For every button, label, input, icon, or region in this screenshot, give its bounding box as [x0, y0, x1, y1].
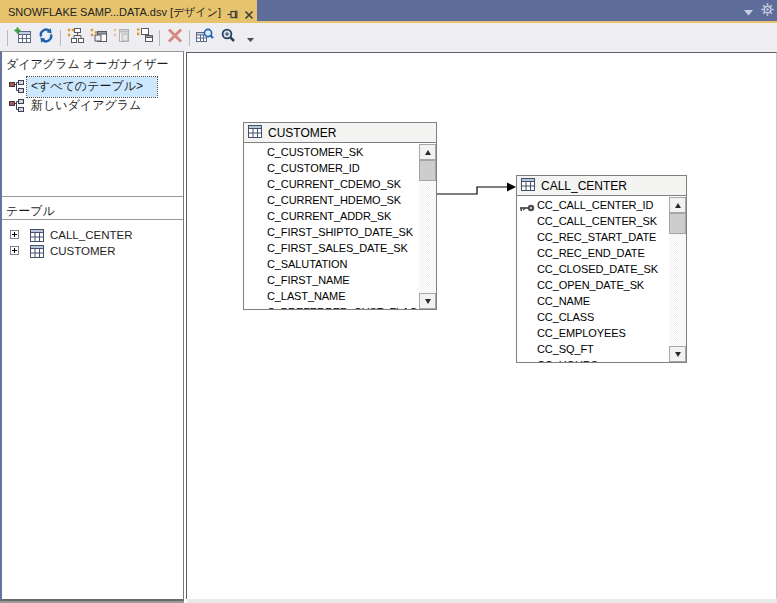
refresh-button[interactable]: [34, 27, 57, 49]
column-row[interactable]: C_CURRENT_CDEMO_SK: [244, 176, 419, 192]
column-row[interactable]: CC_CLASS: [517, 309, 669, 325]
diagram-item-new-diagram[interactable]: 新しいダイアグラム: [2, 96, 183, 114]
scroll-down-button[interactable]: [419, 293, 436, 309]
swap-layout-button[interactable]: [133, 27, 156, 49]
find-table-icon: [195, 27, 214, 48]
diagram-item-all-tables[interactable]: <すべてのテーブル>: [2, 77, 183, 95]
column-row[interactable]: CC_REC_START_DATE: [517, 229, 669, 245]
title-bar: SNOWFLAKE SAMP...DATA.dsv [デザイン]: [0, 0, 777, 23]
scroll-up-button[interactable]: [419, 144, 436, 160]
column-row[interactable]: C_CUSTOMER_SK: [244, 144, 419, 160]
add-table-icon: [14, 27, 32, 48]
toolbar-separator: [189, 30, 190, 46]
sidebar-divider: [2, 196, 183, 197]
tree-item-customer[interactable]: CUSTOMER: [2, 243, 183, 259]
column-row[interactable]: CC_CLOSED_DATE_SK: [517, 261, 669, 277]
diagram-icon: [9, 98, 24, 116]
scroll-down-button[interactable]: [669, 346, 686, 362]
toolbar-separator: [159, 30, 160, 46]
column-row[interactable]: CC_REC_END_DATE: [517, 245, 669, 261]
column-row[interactable]: CC_CALL_CENTER_SK: [517, 213, 669, 229]
expand-icon[interactable]: [10, 230, 19, 239]
add-table-button[interactable]: [11, 27, 34, 49]
arrange-tables-icon: [67, 27, 85, 48]
column-row[interactable]: CC_SQ_FT: [517, 341, 669, 357]
column-row[interactable]: C_SALUTATION: [244, 256, 419, 272]
delete-icon: [166, 27, 184, 48]
pin-icon[interactable]: [227, 6, 238, 24]
scroll-up-button[interactable]: [669, 197, 686, 213]
table-icon: [30, 244, 44, 262]
zoom-dropdown-icon: [246, 29, 255, 47]
column-row[interactable]: C_CURRENT_HDEMO_SK: [244, 192, 419, 208]
table-icon: [248, 125, 262, 141]
column-row[interactable]: CC_EMPLOYEES: [517, 325, 669, 341]
table-icon: [521, 178, 535, 194]
scroll-thumb[interactable]: [669, 213, 686, 234]
scroll-thumb[interactable]: [419, 160, 436, 181]
document-tab-label: SNOWFLAKE SAMP...DATA.dsv [デザイン]: [8, 5, 221, 20]
entity-header[interactable]: CALL_CENTER: [517, 176, 686, 196]
refresh-icon: [37, 27, 55, 48]
column-row[interactable]: C_PREFERRED_CUST_FLAG: [244, 304, 419, 309]
entity-scrollbar[interactable]: [669, 197, 686, 362]
zoom-button[interactable]: [216, 27, 239, 49]
arrange-selection-button[interactable]: [87, 27, 110, 49]
find-table-button[interactable]: [193, 27, 216, 49]
toolbar: [0, 23, 777, 52]
column-row[interactable]: C_FIRST_SHIPTO_DATE_SK: [244, 224, 419, 240]
column-row[interactable]: C_CURRENT_ADDR_SK: [244, 208, 419, 224]
preview-data-disabled-button[interactable]: [110, 27, 133, 49]
toolbar-separator: [7, 30, 8, 46]
entity-call_center[interactable]: CALL_CENTER CC_CALL_CENTER_IDCC_CALL_CEN…: [516, 175, 687, 363]
swap-layout-icon: [136, 27, 154, 48]
column-row[interactable]: CC_OPEN_DATE_SK: [517, 277, 669, 293]
column-row[interactable]: C_FIRST_NAME: [244, 272, 419, 288]
entity-header[interactable]: CUSTOMER: [244, 123, 436, 143]
tables-divider: [2, 219, 183, 220]
canvas-bottom-strip: [187, 599, 777, 603]
entity-scrollbar[interactable]: [419, 144, 436, 309]
diagram-organizer-header: ダイアグラム オーガナイザー: [6, 56, 168, 73]
toolbar-separator: [60, 30, 61, 46]
entity-customer[interactable]: CUSTOMER C_CUSTOMER_SKC_CUSTOMER_IDC_CUR…: [243, 122, 437, 310]
tables-header: テーブル: [6, 203, 55, 220]
tree-item-call_center[interactable]: CALL_CENTER: [2, 227, 183, 243]
chevron-down-icon[interactable]: [744, 2, 753, 20]
column-row[interactable]: C_LAST_NAME: [244, 288, 419, 304]
diagram-icon: [9, 79, 24, 97]
document-tab[interactable]: SNOWFLAKE SAMP...DATA.dsv [デザイン]: [0, 0, 257, 23]
zoom-icon: [219, 27, 237, 48]
gear-icon[interactable]: [761, 2, 774, 20]
column-row[interactable]: C_FIRST_SALES_DATE_SK: [244, 240, 419, 256]
column-row[interactable]: CC_NAME: [517, 293, 669, 309]
column-row[interactable]: C_CUSTOMER_ID: [244, 160, 419, 176]
column-row[interactable]: CC_CALL_CENTER_ID: [517, 197, 669, 213]
diagram-canvas[interactable]: CUSTOMER C_CUSTOMER_SKC_CUSTOMER_IDC_CUR…: [186, 52, 777, 599]
preview-data-disabled-icon: [113, 27, 131, 48]
zoom-dropdown-button[interactable]: [239, 27, 262, 49]
arrange-tables-button[interactable]: [64, 27, 87, 49]
arrange-selection-icon: [90, 27, 108, 48]
close-icon[interactable]: [244, 6, 254, 24]
column-row[interactable]: CC_HOURS: [517, 357, 669, 362]
delete-button[interactable]: [163, 27, 186, 49]
expand-icon[interactable]: [10, 246, 19, 255]
sidebar: ダイアグラム オーガナイザー <すべてのテーブル>新しいダイアグラム テーブル …: [0, 51, 184, 601]
